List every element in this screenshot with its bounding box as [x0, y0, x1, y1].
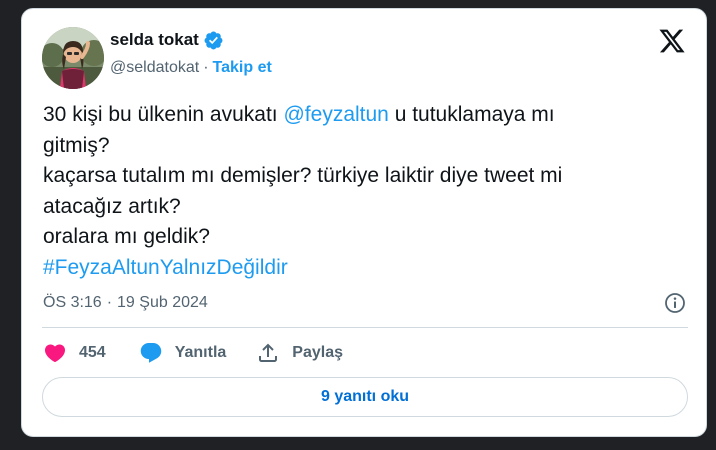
tweet-meta-row: ÖS 3:16 · 19 Şub 2024 — [43, 291, 687, 315]
share-button[interactable]: Paylaş — [256, 341, 343, 365]
tweet-line-3: kaçarsa tutalım mı demişler? türkiye lai… — [43, 164, 563, 187]
author-name-row: selda tokat — [110, 29, 224, 51]
handle-separator: · — [203, 59, 209, 76]
author-handle[interactable]: @seldatokat — [110, 57, 199, 79]
read-replies-button[interactable]: 9 yanıtı oku — [42, 377, 688, 417]
tweet-line-2: gitmiş? — [43, 133, 110, 157]
profile-photo — [42, 27, 104, 89]
reply-label: Yanıtla — [174, 344, 227, 361]
reply-button[interactable]: Yanıtla — [139, 341, 227, 365]
tweet-text-segment: u tutuklamaya mı — [388, 103, 555, 126]
tweet-line-4: atacağız artık? — [43, 194, 181, 218]
action-bar: 454 Yanıtla Paylaş — [43, 341, 343, 365]
meta-separator: · — [106, 294, 113, 311]
tweet-card: selda tokat @seldatokat · Takip et 30 ki… — [21, 8, 707, 437]
tweet-time: ÖS 3:16 — [43, 294, 102, 311]
share-label: Paylaş — [292, 344, 343, 361]
divider — [42, 327, 688, 328]
tweet-line-5: oralara mı geldik? — [43, 225, 210, 248]
avatar[interactable] — [42, 27, 104, 89]
verified-badge-icon — [203, 30, 224, 51]
tweet-date: 19 Şub 2024 — [117, 294, 208, 311]
x-logo-icon[interactable] — [658, 27, 686, 55]
tweet-text: 30 kişi bu ülkenin avukatı @feyzaltun u … — [43, 100, 683, 283]
tweet-text-segment: 30 kişi bu ülkenin avukatı — [43, 103, 284, 126]
like-count: 454 — [79, 344, 106, 361]
hashtag-link[interactable]: #FeyzaAltunYalnızDeğildir — [43, 253, 683, 284]
info-icon[interactable] — [663, 291, 687, 315]
author-handle-row: @seldatokat · Takip et — [110, 57, 272, 79]
heart-icon — [44, 344, 66, 363]
follow-button[interactable]: Takip et — [213, 57, 272, 79]
author-display-name[interactable]: selda tokat — [110, 29, 199, 51]
timestamp-link[interactable]: ÖS 3:16 · 19 Şub 2024 — [43, 292, 208, 314]
reply-bubble-icon — [140, 343, 161, 363]
share-upload-icon — [259, 343, 278, 362]
like-button[interactable]: 454 — [43, 341, 106, 365]
tweet-line-1: 30 kişi bu ülkenin avukatı @feyzaltun u … — [43, 100, 683, 131]
mention-link[interactable]: @feyzaltun — [283, 103, 388, 126]
